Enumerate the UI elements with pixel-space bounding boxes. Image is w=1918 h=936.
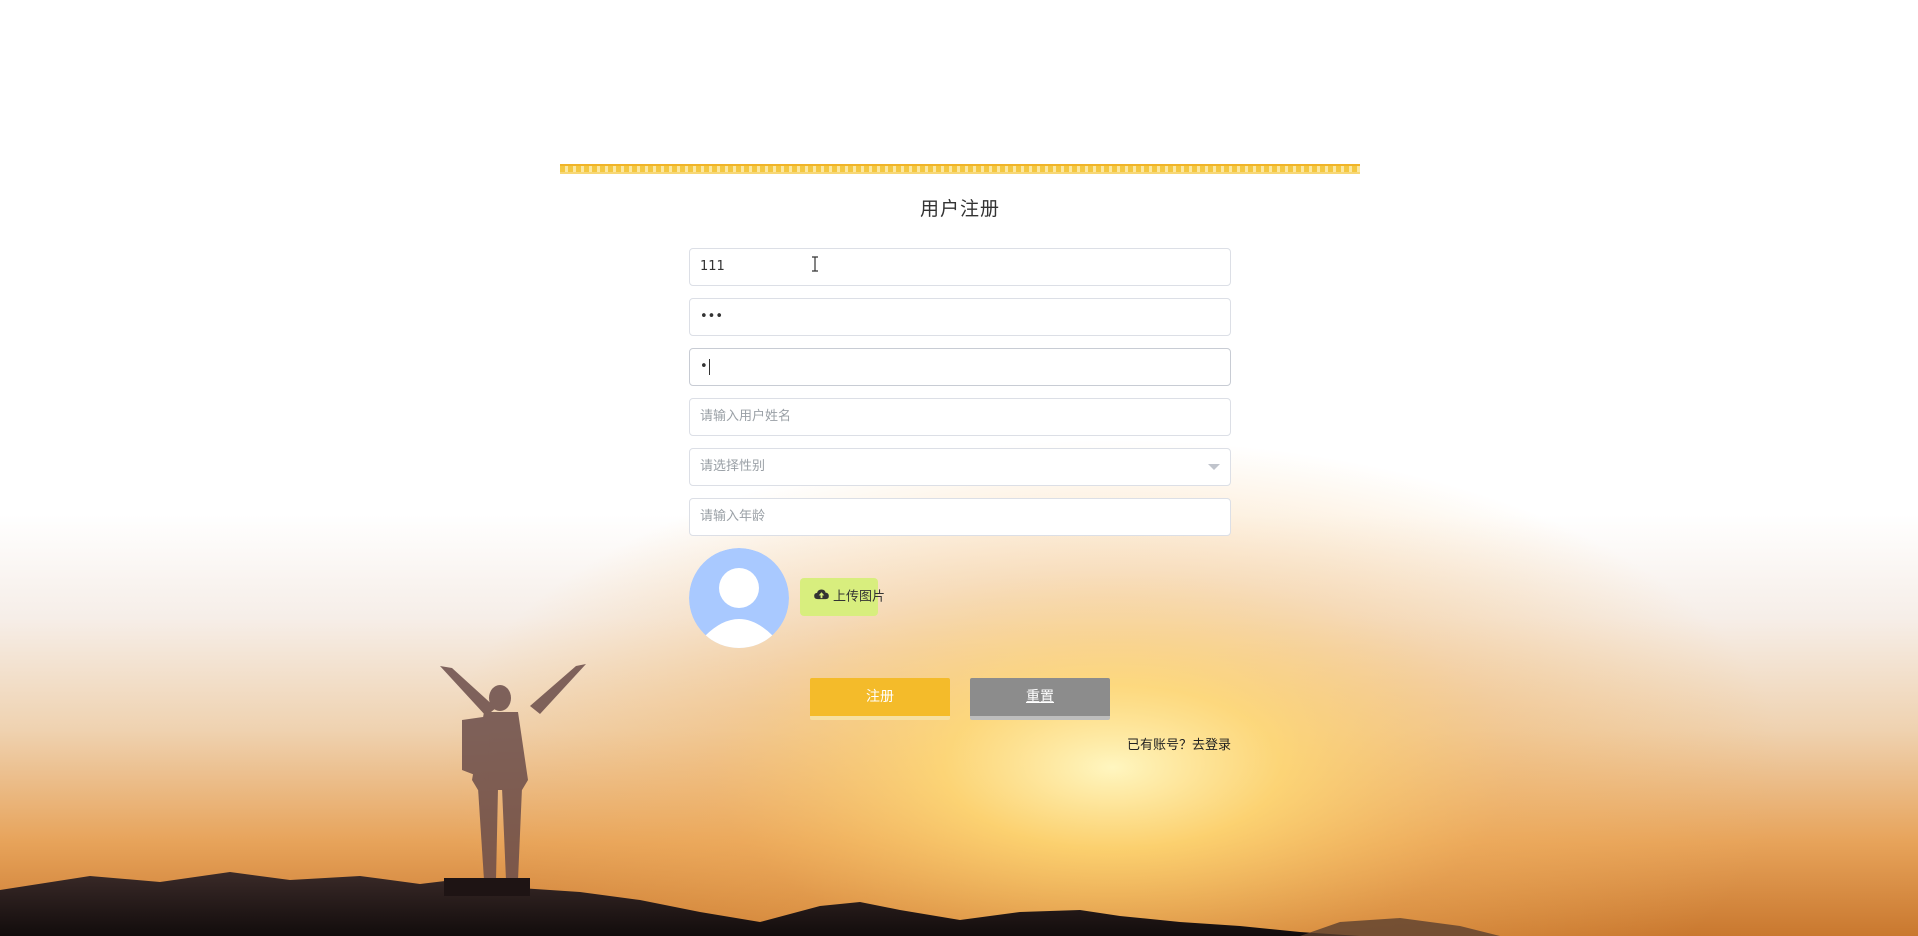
text-caret — [708, 358, 710, 375]
username-value: 111 — [700, 259, 725, 274]
password-value: ••• — [700, 309, 724, 324]
register-page: 用户注册 111 ••• • 请输入用户姓名 请选择性别 请输入年龄 上传图片 … — [0, 0, 1918, 936]
decorative-border — [560, 164, 1360, 174]
register-form: 用户注册 111 ••• • 请输入用户姓名 请选择性别 请输入年龄 上传图片 … — [560, 164, 1360, 764]
reset-button[interactable]: 重置 — [970, 678, 1110, 720]
gender-select[interactable]: 请选择性别 — [689, 448, 1231, 486]
register-button[interactable]: 注册 — [810, 678, 950, 720]
default-avatar-icon — [689, 548, 789, 648]
name-placeholder: 请输入用户姓名 — [700, 409, 792, 424]
username-input[interactable]: 111 — [689, 248, 1231, 286]
ibeam-cursor-icon — [811, 256, 819, 276]
go-login-link[interactable]: 已有账号？去登录 — [1127, 734, 1231, 753]
cloud-upload-icon — [814, 578, 829, 616]
upload-image-button[interactable]: 上传图片 — [800, 578, 885, 616]
confirm-password-value: • — [700, 359, 708, 374]
gender-placeholder: 请选择性别 — [700, 459, 766, 474]
chevron-down-icon[interactable] — [1208, 464, 1220, 470]
confirm-password-input[interactable]: • — [689, 348, 1231, 386]
password-input[interactable]: ••• — [689, 298, 1231, 336]
name-input[interactable]: 请输入用户姓名 — [689, 398, 1231, 436]
upload-label: 上传图片 — [833, 589, 886, 605]
page-title: 用户注册 — [919, 198, 1000, 220]
age-input[interactable]: 请输入年龄 — [689, 498, 1231, 536]
age-placeholder: 请输入年龄 — [700, 509, 766, 524]
